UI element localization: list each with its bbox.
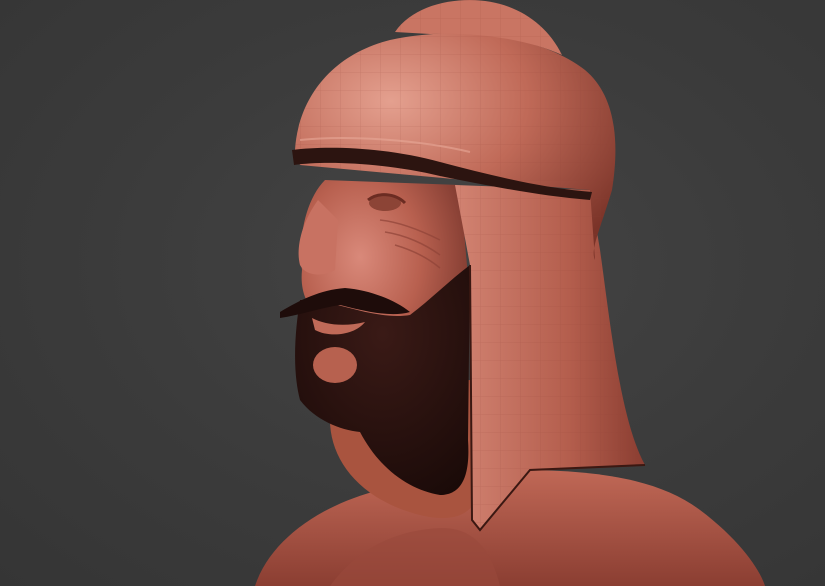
sculpt-render [255, 0, 765, 586]
chin [313, 347, 357, 383]
3d-viewport[interactable] [0, 0, 825, 586]
